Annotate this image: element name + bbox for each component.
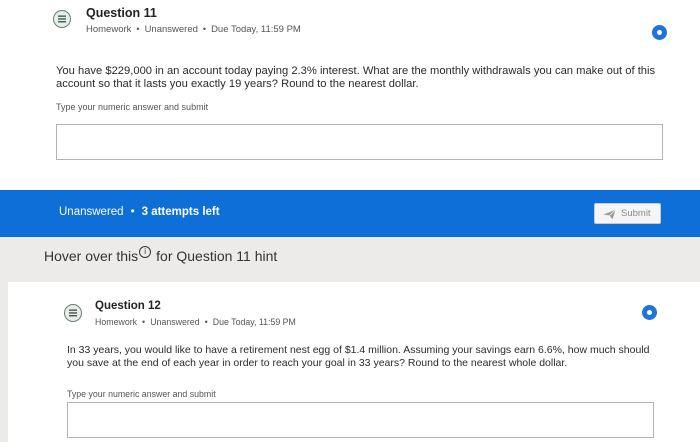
question-text: You have $229,000 in an account today pa… — [56, 65, 656, 90]
hint-line: Hover over this i for Question 11 hint — [44, 246, 278, 265]
hint-text-after: for Question 11 hint — [156, 248, 278, 264]
meta-type: Homework — [86, 24, 132, 35]
question-meta: Homework • Unanswered • Due Today, 11:59 PM — [95, 317, 296, 327]
answer-label: Type your numeric answer and submit — [56, 102, 209, 112]
meta-due: Due Today, 11:59 PM — [211, 24, 301, 35]
info-circle-icon[interactable]: i — [139, 246, 152, 258]
question-title: Question 12 — [95, 300, 161, 312]
question-title: Question 11 — [86, 6, 157, 20]
status-text: Unanswered • 3 attempts left — [59, 206, 220, 218]
meta-status: Unanswered — [144, 24, 198, 35]
meta-type: Homework — [95, 317, 138, 327]
list-icon — [64, 304, 82, 322]
info-dot-icon[interactable] — [652, 25, 667, 40]
question-12-card: Question 12 Homework • Unanswered • Due Toda… — [8, 282, 700, 442]
hint-text-before: Hover over this — [44, 248, 139, 264]
meta-status: Unanswered — [150, 317, 200, 327]
answer-input[interactable] — [67, 402, 654, 438]
status-state: Unanswered — [59, 206, 124, 218]
question-text: In 33 years, you would like to have a re… — [67, 344, 650, 369]
send-icon — [603, 209, 616, 220]
question-meta: Homework • Unanswered • Due Today, 11:59 PM — [86, 24, 301, 35]
question-11-card: Question 11 Homework • Unanswered • Due Toda… — [0, 0, 700, 191]
meta-due: Due Today, 11:59 PM — [212, 317, 296, 327]
submit-label: Submit — [621, 208, 651, 219]
status-bar: Unanswered • 3 attempts left Submit — [0, 190, 700, 237]
answer-input[interactable] — [56, 124, 663, 160]
answer-label: Type your numeric answer and submit — [67, 389, 216, 399]
list-icon — [53, 10, 71, 28]
submit-button[interactable]: Submit — [594, 203, 661, 224]
attempts-left: 3 attempts left — [141, 206, 220, 218]
info-dot-icon[interactable] — [642, 305, 657, 320]
